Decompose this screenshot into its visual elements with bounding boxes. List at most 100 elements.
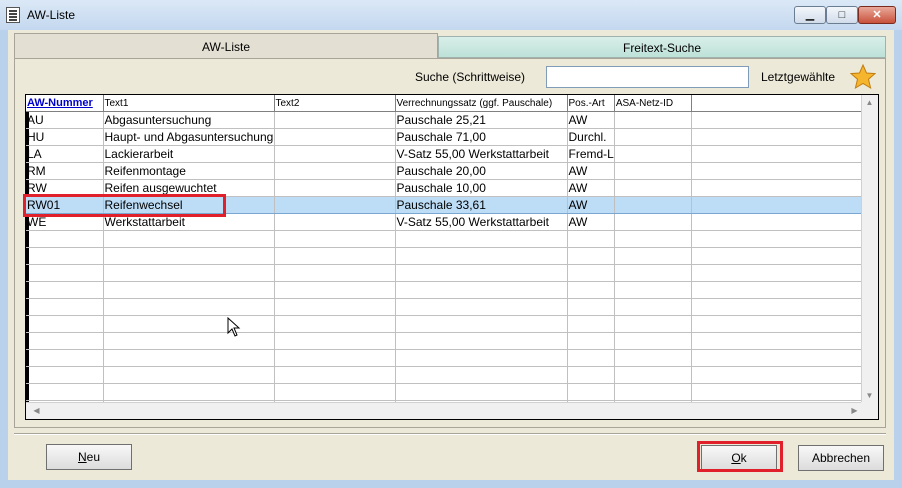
empty-cell [567,264,615,282]
table-row[interactable]: HU Haupt- und Abgasuntersuchung Pauschale … [26,128,864,146]
aw-liste-window: AW-Liste ▁ □ ✕ AW-Liste Freitext-Suche S… [0,0,902,488]
column-header-text2[interactable]: Text2 [274,95,396,112]
search-input[interactable] [546,66,749,88]
empty-table-row[interactable] [26,383,864,401]
cancel-button[interactable]: Abbrechen [798,445,884,471]
column-header-text1[interactable]: Text1 [103,95,275,112]
minimize-button[interactable]: ▁ [794,6,826,24]
table-row[interactable]: RW01 Reifenwechsel Pauschale 33,61 AW [26,196,864,214]
empty-cell [395,332,568,350]
empty-cell [567,315,615,333]
maximize-button[interactable]: □ [826,6,858,24]
scrollbar-corner [861,402,878,419]
cell-verrechnungssatz: V-Satz 55,00 Werkstattarbeit [395,213,568,231]
search-label: Suche (Schrittweise) [415,70,526,84]
empty-table-row[interactable] [26,281,864,299]
empty-cell [395,383,568,401]
table-body: AU Abgasuntersuchung Pauschale 25,21 AW HU Ha… [26,111,864,419]
empty-cell [614,230,692,248]
table-row[interactable]: RM Reifenmontage Pauschale 20,00 AW [26,162,864,180]
vertical-scrollbar[interactable]: ▲ ▼ [861,95,878,403]
cell-aw-nummer: AU [26,111,104,129]
empty-cell [567,298,615,316]
table-row[interactable]: LA Lackierarbeit V-Satz 55,00 Werkstattarb… [26,145,864,163]
cell-asa-netz-id [614,128,692,146]
empty-cell [274,349,396,367]
cell-asa-netz-id [614,145,692,163]
cell-text1: Lackierarbeit [103,145,275,163]
column-header-asa-netz-id[interactable]: ASA-Netz-ID [614,95,692,112]
cell-aw-nummer: RW01 [26,196,104,214]
empty-cell [26,247,104,265]
button-separator [14,433,886,435]
table-row[interactable]: RW Reifen ausgewuchtet Pauschale 10,00 AW [26,179,864,197]
empty-cell [103,366,275,384]
star-icon[interactable] [850,64,876,90]
empty-cell [395,298,568,316]
ok-button[interactable]: Ok [701,445,777,471]
empty-cell [614,264,692,282]
empty-cell [103,349,275,367]
empty-cell [614,281,692,299]
cell-verrechnungssatz: Pauschale 20,00 [395,162,568,180]
title-bar[interactable]: AW-Liste ▁ □ ✕ [0,0,902,30]
cell-filler [691,196,864,214]
cell-pos-art: AW [567,213,615,231]
empty-cell [395,349,568,367]
scroll-up-icon[interactable]: ▲ [862,95,877,110]
table-row[interactable]: AU Abgasuntersuchung Pauschale 25,21 AW [26,111,864,129]
empty-cell [395,366,568,384]
empty-cell [26,298,104,316]
cell-text1: Abgasuntersuchung [103,111,275,129]
cell-text2 [274,145,396,163]
scroll-down-icon[interactable]: ▼ [862,388,877,403]
empty-table-row[interactable] [26,332,864,350]
empty-cell [395,230,568,248]
scroll-right-icon[interactable]: ▶ [847,403,862,418]
horizontal-scrollbar[interactable]: ◀ ▶ [26,402,862,419]
new-button[interactable]: Neu [46,444,132,470]
empty-cell [614,349,692,367]
cell-verrechnungssatz: Pauschale 71,00 [395,128,568,146]
cell-pos-art: AW [567,162,615,180]
empty-table-row[interactable] [26,315,864,333]
cell-text2 [274,111,396,129]
empty-cell [26,383,104,401]
column-header-aw-nummer[interactable]: AW-Nummer [26,95,104,112]
empty-cell [103,298,275,316]
aw-grid[interactable]: AW-Nummer Text1 Text2 Verrechnungssatz (… [25,94,879,420]
empty-cell [274,366,396,384]
cell-text1: Reifen ausgewuchtet [103,179,275,197]
empty-table-row[interactable] [26,230,864,248]
cell-aw-nummer: WE [26,213,104,231]
empty-cell [26,281,104,299]
empty-cell [395,247,568,265]
cell-asa-netz-id [614,196,692,214]
empty-cell [395,315,568,333]
empty-table-row[interactable] [26,349,864,367]
cell-text1: Reifenmontage [103,162,275,180]
empty-table-row[interactable] [26,247,864,265]
tab-aw-liste[interactable]: AW-Liste [14,33,438,59]
mouse-cursor-icon [227,317,241,337]
cell-aw-nummer: RM [26,162,104,180]
close-button[interactable]: ✕ [858,6,896,24]
cell-pos-art: AW [567,111,615,129]
table-header-row: AW-Nummer Text1 Text2 Verrechnungssatz (… [26,95,864,112]
scroll-left-icon[interactable]: ◀ [29,403,44,418]
empty-table-row[interactable] [26,298,864,316]
empty-cell [395,264,568,282]
recent-label: Letztgewählte [761,70,836,84]
empty-table-row[interactable] [26,366,864,384]
empty-cell [614,315,692,333]
empty-cell [395,281,568,299]
column-header-verrechnungssatz[interactable]: Verrechnungssatz (ggf. Pauschale) [395,95,568,112]
column-header-pos-art[interactable]: Pos.-Art [567,95,615,112]
empty-cell [274,247,396,265]
empty-cell [567,230,615,248]
cell-text2 [274,162,396,180]
empty-table-row[interactable] [26,264,864,282]
tab-freitext-suche[interactable]: Freitext-Suche [438,36,886,58]
cell-text2 [274,196,396,214]
table-row[interactable]: WE Werkstattarbeit V-Satz 55,00 Werkstatta… [26,213,864,231]
